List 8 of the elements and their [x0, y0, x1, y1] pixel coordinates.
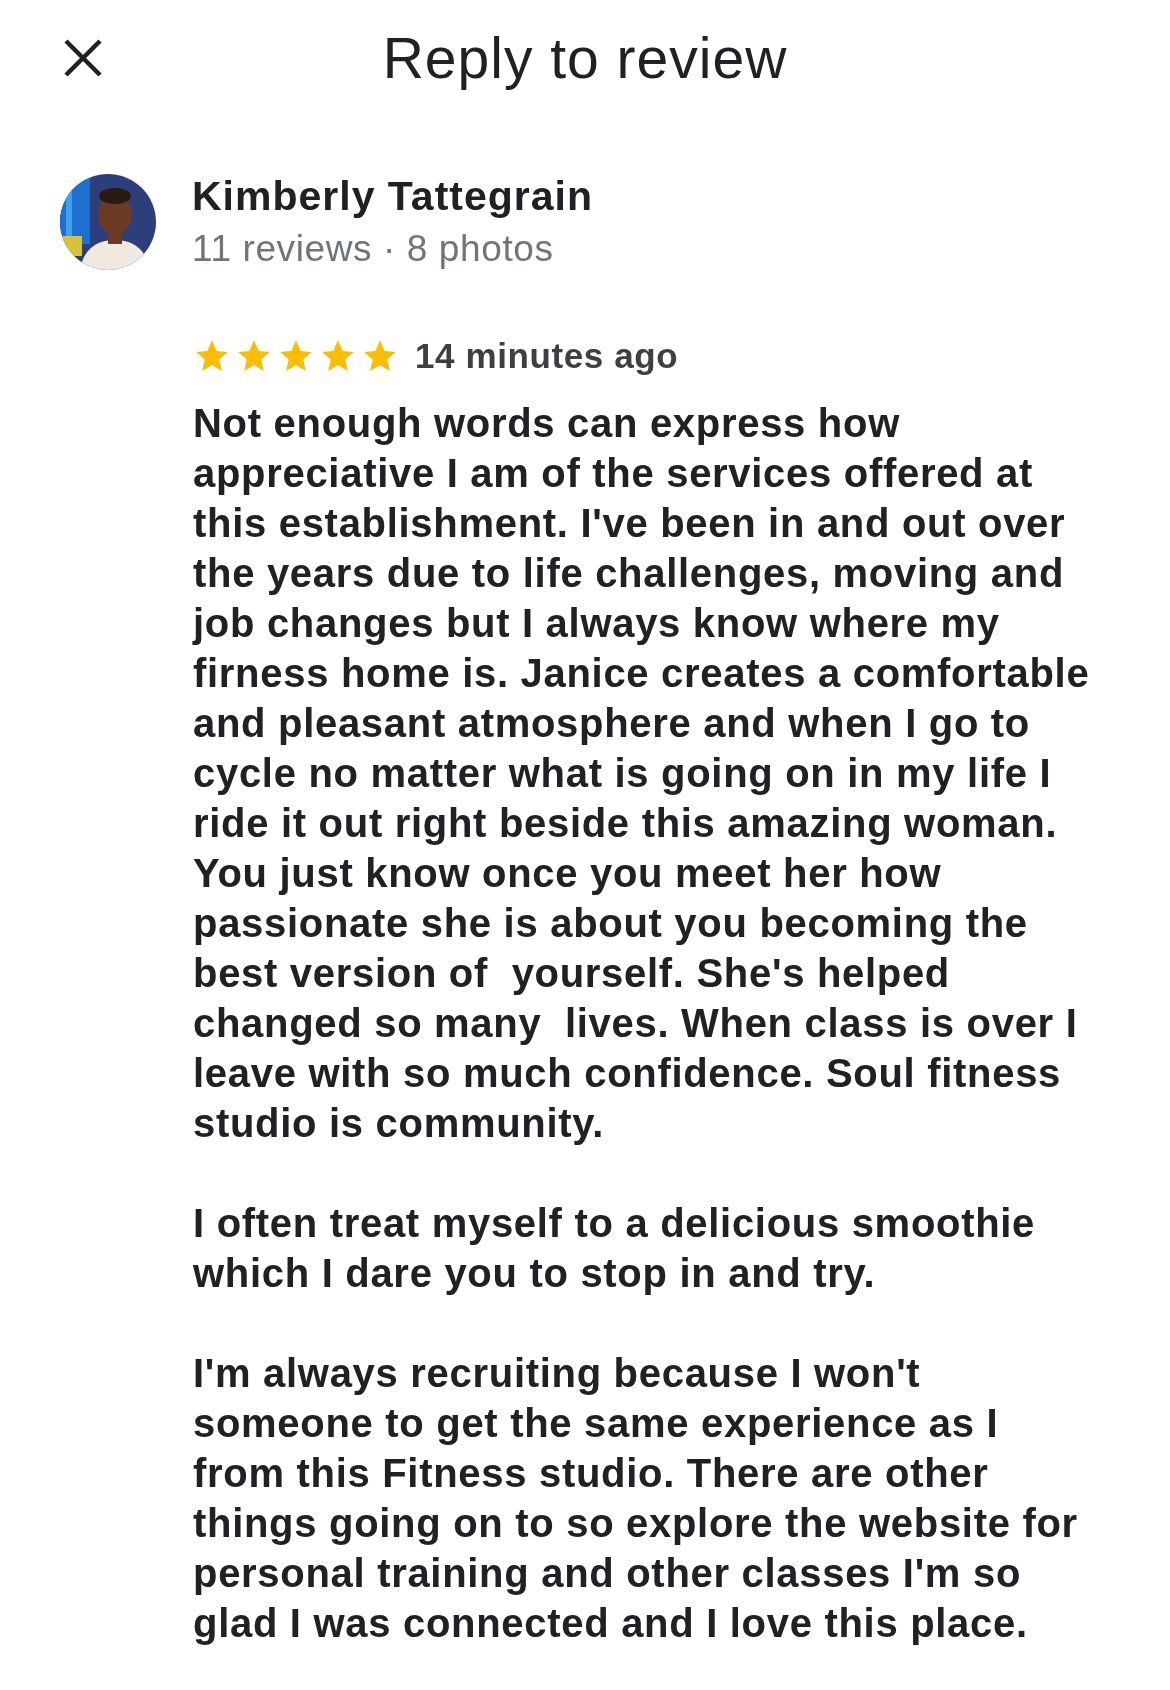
page-title: Reply to review	[382, 24, 788, 91]
reviewer-stats: 11 reviews · 8 photos	[192, 228, 555, 270]
review-paragraph: I often treat myself to a delicious smoothie which I dare you to stop in and try.	[193, 1200, 1037, 1297]
review-time: 14 minutes ago	[415, 336, 679, 376]
review-paragraph: I'm always recruiting because I won't someone to get the same experience as I from this Fitness studio. There are other things going on to so explore the website for personal training and other classes I'm so glad I was connected and I love this place.	[193, 1350, 1079, 1647]
reviewer-name: Kimberly Tattegrain	[192, 173, 593, 220]
close-icon	[63, 37, 103, 78]
review-paragraph: Not enough words can express how appreciative I am of the services offered at this establishment. I've been in and out over the years due to life challenges, moving and job changes but I always know where my firness home is. Janice creates a comfortable and pleasant atmosphere and when I go to cycle no matter what is going on in my life I ride it out right beside this amazing woman. You just know once you meet her how passionate she is about you becoming the best version of yourself. She's helped changed so many lives. When class is over I leave with so much confidence. Soul fitness studio is community.	[193, 400, 1091, 1147]
